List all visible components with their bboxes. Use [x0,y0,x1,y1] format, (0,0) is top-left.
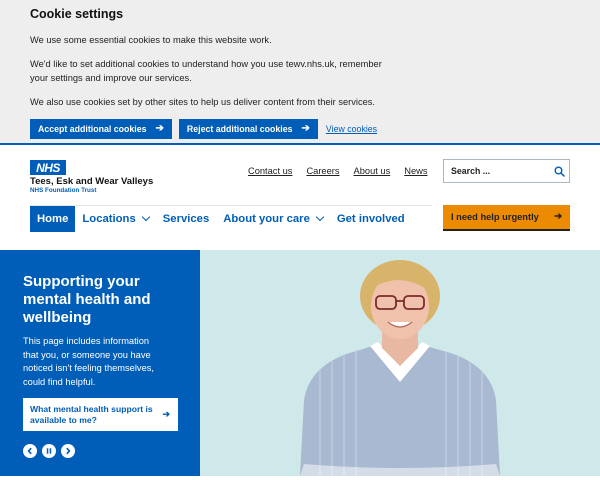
arrow-right-icon: ➔ [162,409,170,420]
hero-panel: Supporting your mental health and wellbe… [0,250,200,476]
carousel-pause-button[interactable] [42,444,56,459]
carousel-next-button[interactable] [61,444,75,459]
site-header: NHS Tees, Esk and Wear Valleys NHS Found… [0,147,600,250]
nav-locations[interactable]: Locations [75,206,155,232]
careers-link[interactable]: Careers [306,166,339,176]
nhs-logo: NHS [30,160,66,175]
trust-subtitle: NHS Foundation Trust [30,187,97,194]
chevron-right-icon [66,448,71,455]
contact-us-link[interactable]: Contact us [248,166,292,176]
nav-services[interactable]: Services [156,206,216,232]
arrow-right-icon: ➔ [554,211,562,222]
hero-title: Supporting your mental health and wellbe… [23,273,151,326]
carousel-previous-button[interactable] [23,444,37,459]
nav-get-involved[interactable]: Get involved [330,206,412,232]
nav-about-your-care[interactable]: About your care [216,206,330,232]
arrow-right-icon: ➔ [301,123,310,134]
nurse-photo [200,250,600,476]
cookie-buttons: Accept additional cookies ➔ Reject addit… [30,119,570,139]
chevron-down-icon [141,212,150,222]
arrow-right-icon: ➔ [155,123,164,134]
chevron-left-icon [27,448,32,455]
hero-carousel: Supporting your mental health and wellbe… [0,250,600,476]
view-cookies-link[interactable]: View cookies [326,124,377,134]
hero-cta-button[interactable]: What mental health support is available … [23,398,178,432]
cookie-thirdparty-text: We also use cookies set by other sites t… [30,97,376,107]
cookie-banner: Cookie settings We use some essential co… [0,0,600,145]
cookie-additional-text: We'd like to set additional cookies to u… [30,59,382,83]
hero-description: This page includes information that you,… [23,336,154,387]
news-link[interactable]: News [404,166,427,176]
hero-image [200,250,600,476]
cookie-title: Cookie settings [30,7,124,21]
nav-home[interactable]: Home [30,205,76,232]
reject-cookies-button[interactable]: Reject additional cookies ➔ [178,119,318,139]
search-input[interactable]: Search ... [443,159,570,183]
about-us-link[interactable]: About us [354,166,391,176]
cookie-essential-text: We use some essential cookies to make th… [30,35,272,45]
utility-links: Contact us Careers About us News [248,166,427,176]
urgent-help-button[interactable]: I need help urgently ➔ [443,205,570,231]
pause-icon [46,448,52,455]
search-placeholder: Search ... [451,166,491,176]
chevron-down-icon [315,212,325,222]
carousel-controls [23,444,177,459]
trust-name: Tees, Esk and Wear Valleys [30,176,154,187]
accept-cookies-button[interactable]: Accept additional cookies ➔ [30,119,172,139]
search-icon[interactable] [549,166,569,177]
main-nav: Home Locations Services About your care … [30,205,432,232]
trust-logo[interactable]: NHS Tees, Esk and Wear Valleys NHS Found… [30,160,153,195]
